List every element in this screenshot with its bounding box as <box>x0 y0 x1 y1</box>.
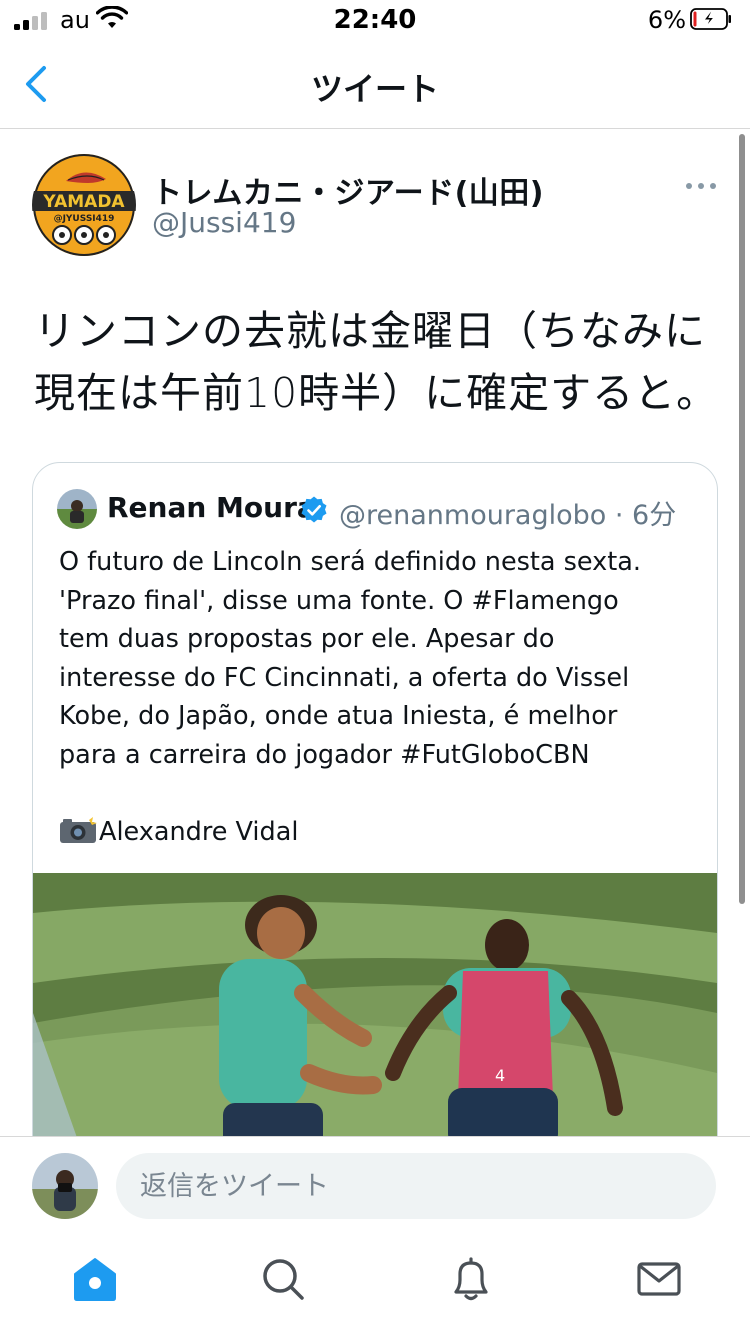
author-avatar-image: YAMADA @JYUSSI419 <box>32 154 136 256</box>
status-bar: au 22:40 6% <box>0 0 750 40</box>
quoted-author-avatar <box>57 489 97 529</box>
notifications-icon[interactable] <box>446 1254 496 1304</box>
tweet-text-line: 現在は午前10時半）に確定すると。 <box>34 369 719 417</box>
quoted-tweet-text: O futuro de Lincoln será definido nesta … <box>59 543 709 774</box>
quoted-text-line: Kobe, do Japão, onde atua Iniesta, é mel… <box>59 701 618 731</box>
photo-credit: Alexandre Vidal <box>59 813 298 851</box>
reply-bar <box>0 1136 750 1237</box>
quoted-text-line: interesse do FC Cincinnati, a oferta do … <box>59 662 630 693</box>
my-avatar[interactable] <box>32 1153 98 1219</box>
tweet-text: リンコンの去就は金曜日（ちなみに 現在は午前10時半）に確定すると。 <box>34 300 724 424</box>
page-title: ツイート <box>310 70 439 108</box>
quoted-text-line: O futuro de Lincoln será definido nesta … <box>59 547 641 577</box>
clock: 22:40 <box>333 5 417 35</box>
photo-credit-name: Alexandre Vidal <box>99 817 299 847</box>
battery-percent: 6% <box>647 6 686 34</box>
messages-icon[interactable] <box>634 1254 684 1304</box>
tab-bar <box>0 1236 750 1334</box>
quoted-text-line: tem duas propostas por ele. Apesar do <box>59 624 555 654</box>
quoted-handle-time: @renanmouraglobo · 6分 <box>339 500 677 531</box>
author-avatar[interactable]: YAMADA @JYUSSI419 <box>32 153 136 257</box>
svg-text:4: 4 <box>495 1066 505 1085</box>
nav-bar: ツイート <box>0 40 750 129</box>
more-icon[interactable] <box>684 176 718 196</box>
search-icon[interactable] <box>258 1254 308 1304</box>
quoted-text-line: 'Prazo final', disse uma fonte. O #Flame… <box>59 585 619 616</box>
quoted-text-line: para a carreira do jogador #FutGloboCBN <box>59 739 590 770</box>
quoted-author-name: Renan Moura <box>107 491 316 524</box>
scrollbar[interactable] <box>739 134 745 904</box>
svg-text:@JYUSSI419: @JYUSSI419 <box>54 214 115 224</box>
author-handle[interactable]: @Jussi419 <box>152 206 296 239</box>
battery-icon <box>690 8 731 30</box>
svg-text:YAMADA: YAMADA <box>42 192 125 212</box>
home-icon[interactable] <box>70 1254 120 1304</box>
tweet-text-line: リンコンの去就は金曜日（ちなみに <box>34 307 706 355</box>
reply-input[interactable] <box>116 1153 716 1219</box>
quoted-tweet-card[interactable]: Renan Moura @renanmouraglobo · 6分 O futu… <box>32 462 718 1184</box>
verified-icon <box>301 496 327 523</box>
camera-flash-icon <box>60 815 97 843</box>
